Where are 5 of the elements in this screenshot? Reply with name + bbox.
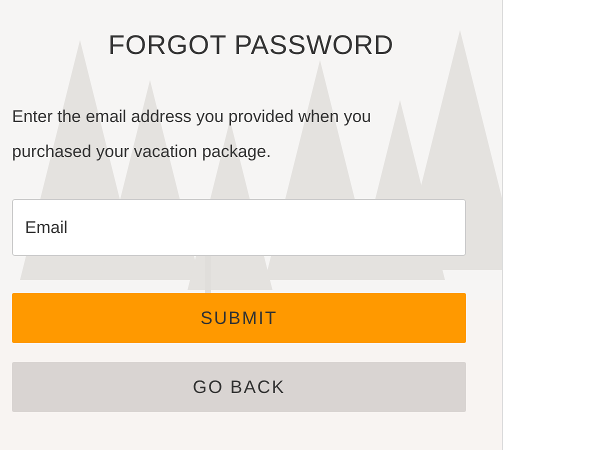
email-field[interactable]: Email — [12, 199, 466, 256]
page-title: FORGOT PASSWORD — [107, 30, 394, 61]
submit-button[interactable]: SUBMIT — [12, 293, 466, 343]
back-button[interactable]: GO BACK — [12, 362, 466, 412]
instructions-text: Enter the email address you provided when you purchased your vacation package. — [12, 106, 372, 163]
